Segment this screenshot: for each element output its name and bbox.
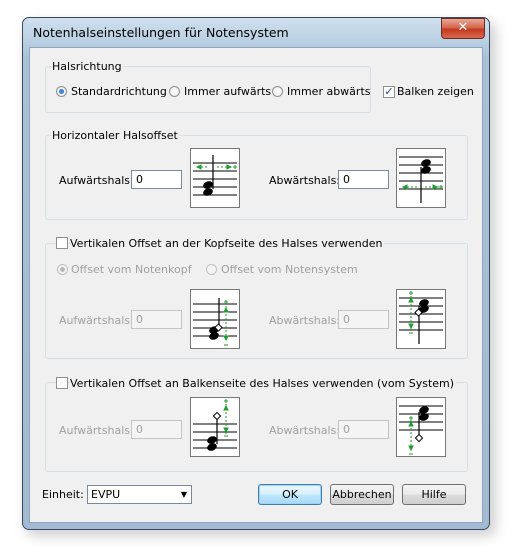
- vertical-beam-checkbox[interactable]: [56, 377, 68, 389]
- halsrichtung-title: Halsrichtung: [51, 60, 123, 73]
- vertical-head-up-staff-preview: [190, 289, 240, 349]
- vertical-head-up-staff-svg: [193, 298, 237, 346]
- help-button[interactable]: Hilfe: [402, 484, 466, 505]
- close-button[interactable]: ✕: [441, 18, 485, 39]
- radio-immer-aufwaerts[interactable]: [169, 86, 180, 97]
- horizontal-down-staff-svg: [399, 156, 443, 203]
- einheit-select[interactable]: EVPU ▼: [87, 485, 192, 504]
- radio-offset-notensystem-label[interactable]: Offset vom Notensystem: [221, 263, 358, 276]
- radio-offset-notenkopf[interactable]: [57, 264, 68, 275]
- horizontal-up-staff-svg: [193, 155, 237, 196]
- vertical-beam-up-staff-preview: [190, 397, 240, 457]
- vertical-head-up-label: Aufwärtshals:: [59, 314, 134, 327]
- vertical-beam-down-label: Abwärtshals:: [269, 424, 341, 437]
- chevron-down-icon: ▼: [180, 490, 187, 499]
- einheit-label: Einheit:: [42, 488, 84, 501]
- vertical-beam-up-input[interactable]: 0: [131, 420, 182, 439]
- einheit-select-value: EVPU: [91, 488, 121, 501]
- vertical-beam-up-label: Aufwärtshals:: [59, 424, 134, 437]
- vertical-beam-title[interactable]: Vertikalen Offset an Balkenseite des Hal…: [70, 377, 457, 390]
- vertical-beam-down-input[interactable]: 0: [338, 420, 389, 439]
- horizontal-up-staff-preview: [190, 148, 240, 208]
- radio-immer-abwaerts-label[interactable]: Immer abwärts: [287, 85, 371, 98]
- vertical-head-up-input[interactable]: 0: [131, 310, 182, 329]
- horizontal-offset-title: Horizontaler Halsoffset: [51, 129, 179, 142]
- horizontal-up-input[interactable]: 0: [131, 170, 182, 189]
- vertical-head-title[interactable]: Vertikalen Offset an der Kopfseite des H…: [70, 237, 385, 250]
- vertical-beam-down-staff-svg: [399, 405, 443, 455]
- radio-standardrichtung[interactable]: [56, 86, 67, 97]
- radio-standardrichtung-label[interactable]: Standardrichtung: [71, 85, 167, 98]
- vertical-head-down-input[interactable]: 0: [338, 310, 389, 329]
- cancel-button[interactable]: Abbrechen: [330, 484, 394, 505]
- horizontal-down-input[interactable]: 0: [338, 170, 389, 189]
- vertical-beam-down-staff-preview: [396, 397, 446, 457]
- vertical-head-down-label: Abwärtshals:: [269, 314, 341, 327]
- vertical-head-checkbox[interactable]: [56, 237, 68, 249]
- horizontal-down-staff-preview: [396, 148, 446, 208]
- radio-immer-aufwaerts-label[interactable]: Immer aufwärts: [184, 85, 271, 98]
- radio-immer-abwaerts[interactable]: [272, 86, 283, 97]
- balken-zeigen-label[interactable]: Balken zeigen: [397, 85, 474, 98]
- vertical-beam-up-staff-svg: [193, 399, 237, 451]
- horizontal-up-label: Aufwärtshals:: [59, 174, 134, 187]
- radio-offset-notenkopf-label[interactable]: Offset vom Notenkopf: [71, 263, 192, 276]
- window-title: Notenhalseinstellungen für Notensystem: [33, 25, 289, 40]
- vertical-head-down-staff-svg: [399, 291, 443, 344]
- horizontal-down-label: Abwärtshals:: [269, 174, 341, 187]
- vertical-head-down-staff-preview: [396, 289, 446, 349]
- radio-offset-notensystem[interactable]: [206, 264, 217, 275]
- ok-button[interactable]: OK: [258, 484, 322, 505]
- balken-zeigen-checkbox[interactable]: ✓: [383, 86, 395, 98]
